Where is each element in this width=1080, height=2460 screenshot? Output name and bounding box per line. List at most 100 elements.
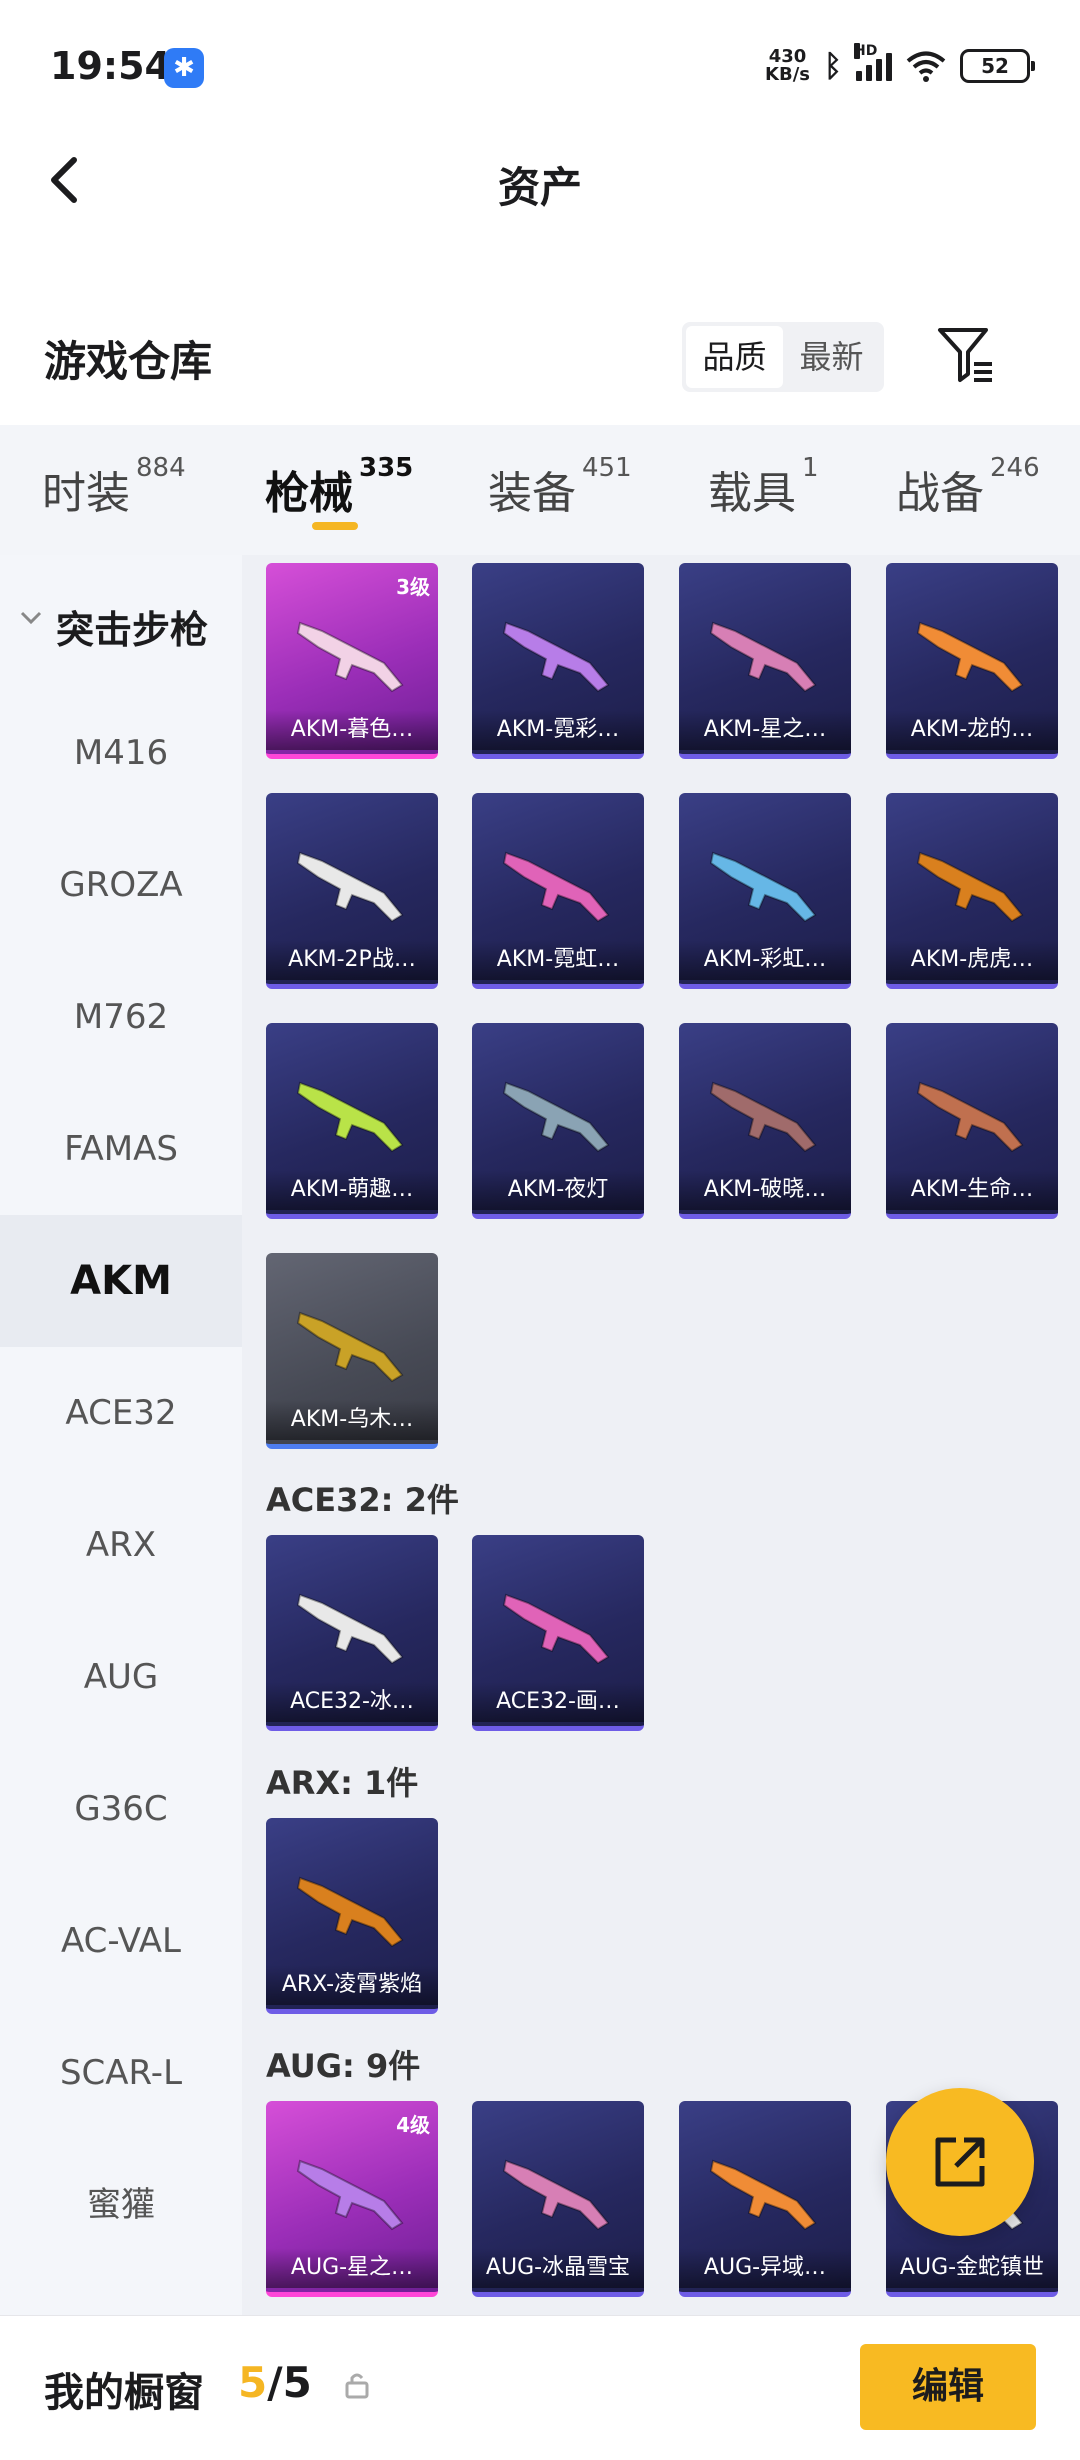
app-notification-icon: ✱ [164, 48, 204, 88]
sidebar-item-akm[interactable]: AKM [0, 1215, 242, 1347]
sidebar-item-ac-val[interactable]: AC-VAL [0, 1875, 242, 2007]
weapon-skin-card[interactable]: AKM-破晓… [679, 1023, 851, 1219]
warehouse-title: 游戏仓库 [44, 337, 213, 386]
weapon-skin-image [916, 1081, 1024, 1153]
skin-name: AKM-霓彩… [472, 710, 644, 750]
net-speed: 430 KB/s [765, 46, 810, 85]
tab-active-indicator [312, 522, 358, 530]
sidebar-item-m416[interactable]: M416 [0, 687, 242, 819]
weapon-skin-card[interactable]: AKM-霓虹… [472, 793, 644, 989]
weapon-skin-card[interactable]: 3级 AKM-暮色… [266, 563, 438, 759]
weapon-skin-card[interactable]: AUG-异域… [679, 2101, 851, 2297]
weapon-skin-image [709, 621, 817, 693]
share-button[interactable] [886, 2088, 1034, 2236]
skin-name: AUG-星之… [266, 2248, 438, 2288]
weapon-skin-image [296, 1081, 404, 1153]
skin-name: AKM-夜灯 [472, 1170, 644, 1210]
tab-equipment[interactable]: 装备 451 [488, 453, 632, 521]
nav-bar: 资产 [0, 130, 1080, 230]
weapon-skin-card[interactable]: AKM-霓彩… [472, 563, 644, 759]
battery-icon: 52 [960, 49, 1035, 83]
weapon-skin-card[interactable]: AKM-龙的… [886, 563, 1058, 759]
weapon-skin-card[interactable]: ACE32-冰… [266, 1535, 438, 1731]
skin-name: AKM-彩虹… [679, 940, 851, 980]
skin-name: AKM-暮色… [266, 710, 438, 750]
showcase-count: 5/5 [238, 2358, 312, 2407]
skin-name: AUG-异域… [679, 2248, 851, 2288]
weapon-skin-card[interactable]: AKM-虎虎… [886, 793, 1058, 989]
group-label-arx: ARX: 1件 [266, 1764, 419, 1802]
tab-fashion[interactable]: 时装 884 [42, 453, 186, 521]
sidebar-item-scar-l[interactable]: SCAR-L [0, 2007, 242, 2139]
weapon-skin-card[interactable]: AKM-夜灯 [472, 1023, 644, 1219]
weapon-skin-grid: ACE32: 2件 ARX: 1件 AUG: 9件 3级 AKM-暮色… AKM-霓… [242, 555, 1080, 2315]
weapon-skin-image [502, 621, 610, 693]
skin-name: AKM-生命… [886, 1170, 1058, 1210]
weapon-skin-image [296, 1876, 404, 1948]
weapon-skin-image [709, 1081, 817, 1153]
page-title: 资产 [497, 163, 582, 212]
weapon-skin-image [502, 1081, 610, 1153]
skin-name: AUG-冰晶雪宝 [472, 2248, 644, 2288]
weapon-skin-card[interactable]: AKM-萌趣… [266, 1023, 438, 1219]
sidebar-item-honey-badger[interactable]: 蜜獾 [0, 2139, 242, 2271]
weapon-skin-image [502, 851, 610, 923]
skin-name: AKM-龙的… [886, 710, 1058, 750]
weapon-skin-card[interactable]: AKM-彩虹… [679, 793, 851, 989]
tab-vehicles[interactable]: 载具 1 [708, 453, 819, 521]
warehouse-header: 游戏仓库 品质 最新 [0, 310, 1080, 400]
weapon-skin-card[interactable]: AKM-星之… [679, 563, 851, 759]
skin-level-badge: 4级 [396, 2113, 430, 2137]
sidebar-item-groza[interactable]: GROZA [0, 819, 242, 951]
sidebar-item-aug[interactable]: AUG [0, 1611, 242, 1743]
weapon-skin-image [296, 621, 404, 693]
weapon-skin-image [296, 1311, 404, 1383]
lock-icon [345, 2373, 369, 2399]
sidebar-item-arx[interactable]: ARX [0, 1479, 242, 1611]
tab-firearms[interactable]: 枪械 335 [265, 453, 413, 521]
status-time: 19:54 [50, 44, 171, 88]
weapon-skin-card[interactable]: 4级 AUG-星之… [266, 2101, 438, 2297]
showcase-bar: 我的橱窗 5/5 编辑 [0, 2315, 1080, 2460]
sort-newest-button[interactable]: 最新 [783, 326, 880, 388]
status-bar: 19:54 ✱ 430 KB/s ᛒ HD 52 [0, 0, 1080, 140]
weapon-skin-card[interactable]: ARX-凌霄紫焰 [266, 1818, 438, 2014]
sidebar-group-assault-rifles[interactable]: 突击步枪 [0, 585, 242, 665]
skin-name: AKM-萌趣… [266, 1170, 438, 1210]
weapon-skin-card[interactable]: AKM-乌木… [266, 1253, 438, 1449]
skin-name: ARX-凌霄紫焰 [266, 1965, 438, 2005]
skin-name: AKM-星之… [679, 710, 851, 750]
signal-icon: HD [854, 43, 892, 81]
sidebar-item-g36c[interactable]: G36C [0, 1743, 242, 1875]
chevron-down-icon [20, 611, 42, 625]
sort-quality-button[interactable]: 品质 [686, 326, 783, 388]
wifi-icon [906, 51, 946, 82]
weapon-skin-card[interactable]: AUG-冰晶雪宝 [472, 2101, 644, 2297]
weapon-skin-card[interactable]: AKM-生命… [886, 1023, 1058, 1219]
skin-level-badge: 3级 [396, 575, 430, 599]
skin-name: AKM-霓虹… [472, 940, 644, 980]
weapon-skin-card[interactable]: ACE32-画… [472, 1535, 644, 1731]
skin-name: ACE32-画… [472, 1682, 644, 1722]
edit-button[interactable]: 编辑 [860, 2344, 1036, 2430]
weapon-skin-card[interactable]: AKM-2P战… [266, 793, 438, 989]
filter-icon[interactable] [934, 324, 996, 386]
skin-name: AKM-2P战… [266, 940, 438, 980]
skin-name: AKM-乌木… [266, 1400, 438, 1440]
weapon-skin-image [709, 2159, 817, 2231]
skin-name: AKM-虎虎… [886, 940, 1058, 980]
status-indicators: 430 KB/s ᛒ HD 52 [765, 43, 1035, 88]
weapon-skin-image [709, 851, 817, 923]
weapon-skin-image [502, 1593, 610, 1665]
showcase-title: 我的橱窗 [44, 2370, 204, 2416]
sidebar-item-m762[interactable]: M762 [0, 951, 242, 1083]
tab-supplies[interactable]: 战备 246 [896, 453, 1040, 521]
weapon-skin-image [296, 1593, 404, 1665]
sort-toggle: 品质 最新 [682, 322, 884, 392]
group-label-ace32: ACE32: 2件 [266, 1481, 459, 1519]
sidebar-item-ace32[interactable]: ACE32 [0, 1347, 242, 1479]
sidebar-item-famas[interactable]: FAMAS [0, 1083, 242, 1215]
skin-name: AUG-金蛇镇世 [886, 2248, 1058, 2288]
weapon-skin-image [916, 621, 1024, 693]
weapon-skin-image [296, 2159, 404, 2231]
